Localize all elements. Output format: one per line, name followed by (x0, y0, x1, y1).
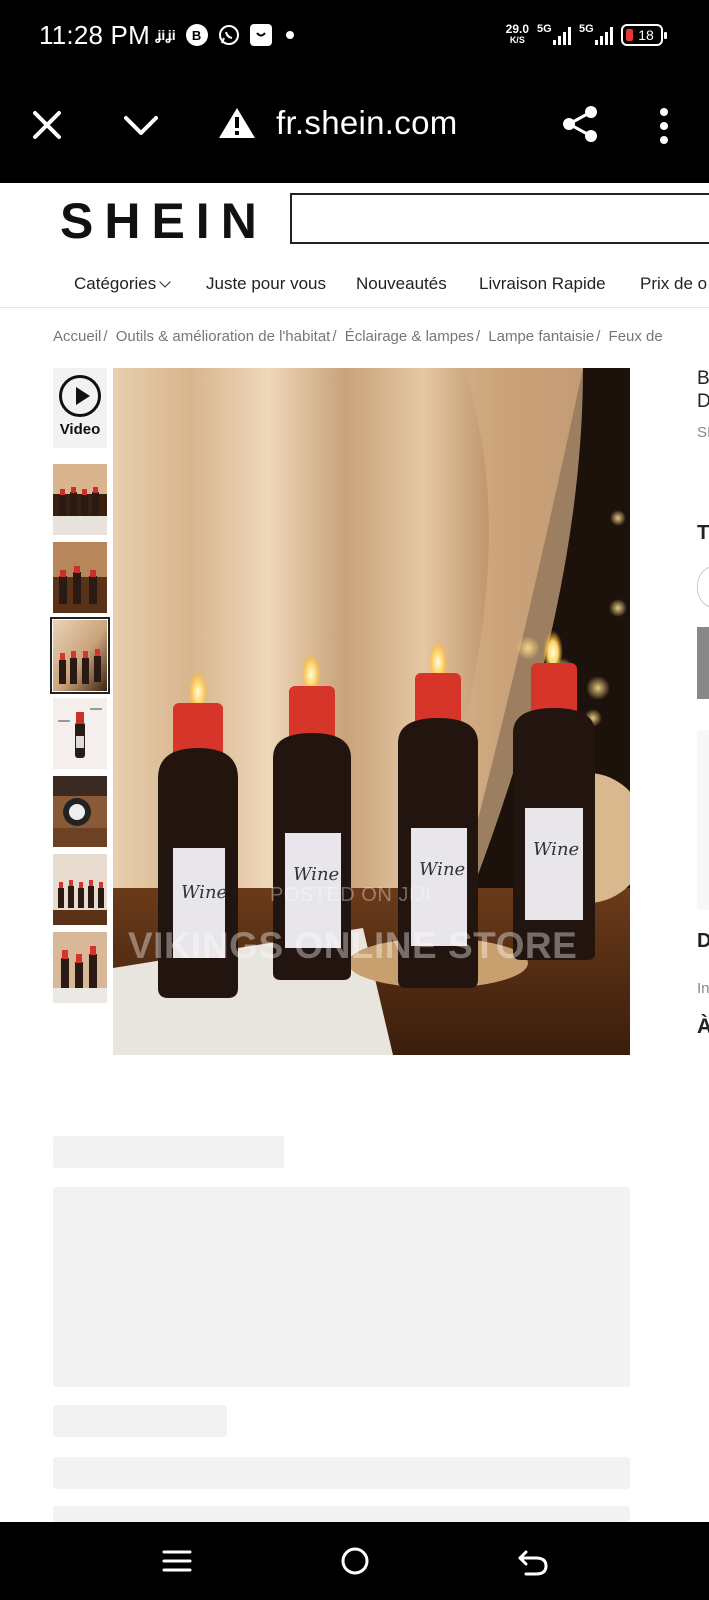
recent-apps-icon[interactable] (158, 1542, 196, 1580)
sim1-label: 5G (537, 23, 552, 35)
chevron-down-icon[interactable] (122, 112, 160, 140)
info-fragment: In (697, 980, 709, 997)
watermark-posted: POSTED ON JIJI (270, 884, 432, 906)
close-icon[interactable] (30, 108, 64, 142)
signal-icon-sim1: 5G (537, 23, 571, 45)
bottle-label-1: Wine (181, 882, 227, 903)
gallery-thumbnail[interactable] (53, 776, 107, 847)
skeleton-line (53, 1136, 284, 1168)
search-input[interactable] (290, 193, 709, 244)
skeleton-line (53, 1506, 630, 1522)
breadcrumb-item[interactable]: Lampe fantaisie (488, 328, 594, 345)
home-icon[interactable] (336, 1542, 374, 1580)
b-app-icon: B (185, 24, 208, 46)
share-icon[interactable] (560, 104, 600, 144)
more-vert-icon[interactable] (652, 106, 676, 146)
back-icon[interactable] (514, 1542, 552, 1580)
browser-toolbar: fr.shein.com (0, 76, 709, 183)
skeleton-line (53, 1457, 630, 1489)
nav-item-price[interactable]: Prix de o (640, 274, 707, 294)
jiji-icon: ʝiʝi (155, 27, 176, 43)
network-speed: 29.0 K/S (505, 22, 529, 46)
gallery-thumbnail[interactable] (53, 542, 107, 613)
battery-icon: 18 (621, 24, 667, 46)
product-title-fragment: B (697, 368, 709, 389)
brand-fragment: SI (697, 424, 709, 441)
bottle-label-4: Wine (533, 839, 579, 860)
bottle-label-3: Wine (419, 859, 465, 880)
nav-item-fast-delivery[interactable]: Livraison Rapide (479, 274, 606, 294)
status-bar: 11:28 PM ʝiʝi B 29.0 K/S 5G 5G 18 (0, 0, 709, 76)
more-notifications-dot (285, 31, 294, 39)
section-fragment-t: T (697, 522, 709, 544)
video-label: Video (59, 421, 101, 438)
gallery-thumbnail[interactable] (53, 854, 107, 925)
sim2-label: 5G (579, 23, 594, 35)
nav-item-label: Catégories (74, 274, 157, 293)
system-nav-bar (0, 1522, 709, 1600)
url-bar[interactable]: fr.shein.com (276, 104, 458, 142)
skeleton-line (53, 1405, 227, 1437)
option-chip[interactable] (697, 565, 709, 609)
breadcrumb-item[interactable]: Outils & amélioration de l'habitat (116, 328, 331, 345)
signal-icon-sim2: 5G (579, 23, 613, 45)
status-right: 29.0 K/S 5G 5G 18 (505, 22, 667, 46)
net-speed-unit: K/S (509, 35, 525, 45)
breadcrumb-item[interactable]: Feux de (609, 328, 663, 345)
add-to-cart-button[interactable] (697, 627, 709, 699)
section-fragment-a: À (697, 1015, 709, 1038)
notification-icons: ʝiʝi B (155, 24, 294, 46)
battery-level: 18 (638, 27, 654, 43)
shein-logo[interactable]: SHEIN (60, 192, 268, 250)
status-time: 11:28 PM (39, 20, 150, 50)
section-fragment-d: D (697, 930, 709, 952)
info-panel (697, 730, 709, 910)
watermark-store: VIKINGS ONLINE STORE (128, 925, 578, 966)
shopping-bag-icon (249, 24, 272, 46)
gallery-thumbnail[interactable] (53, 698, 107, 769)
breadcrumb: Accueil / Outils & amélioration de l'habi… (53, 328, 663, 345)
whatsapp-icon (218, 24, 240, 46)
net-speed-value: 29.0 (505, 22, 529, 36)
gallery-thumbnail[interactable] (53, 464, 107, 535)
category-nav: Catégories Juste pour vous Nouveautés Li… (0, 262, 709, 308)
chevron-down-icon (159, 276, 171, 288)
nav-item-new[interactable]: Nouveautés (356, 274, 447, 294)
skeleton-block (53, 1187, 630, 1387)
breadcrumb-item[interactable]: Accueil (53, 328, 101, 345)
warning-icon[interactable] (218, 106, 256, 140)
gallery-thumbnail[interactable] (53, 932, 107, 1003)
nav-item-for-you[interactable]: Juste pour vous (206, 274, 326, 294)
bottle-label-2: Wine (293, 864, 339, 885)
video-thumbnail[interactable]: Video (53, 368, 107, 448)
product-title-fragment: D (697, 391, 709, 412)
play-icon (59, 375, 101, 417)
nav-item-categories[interactable]: Catégories (74, 274, 171, 294)
breadcrumb-item[interactable]: Éclairage & lampes (345, 328, 474, 345)
gallery-thumbnail-active[interactable] (50, 617, 110, 694)
